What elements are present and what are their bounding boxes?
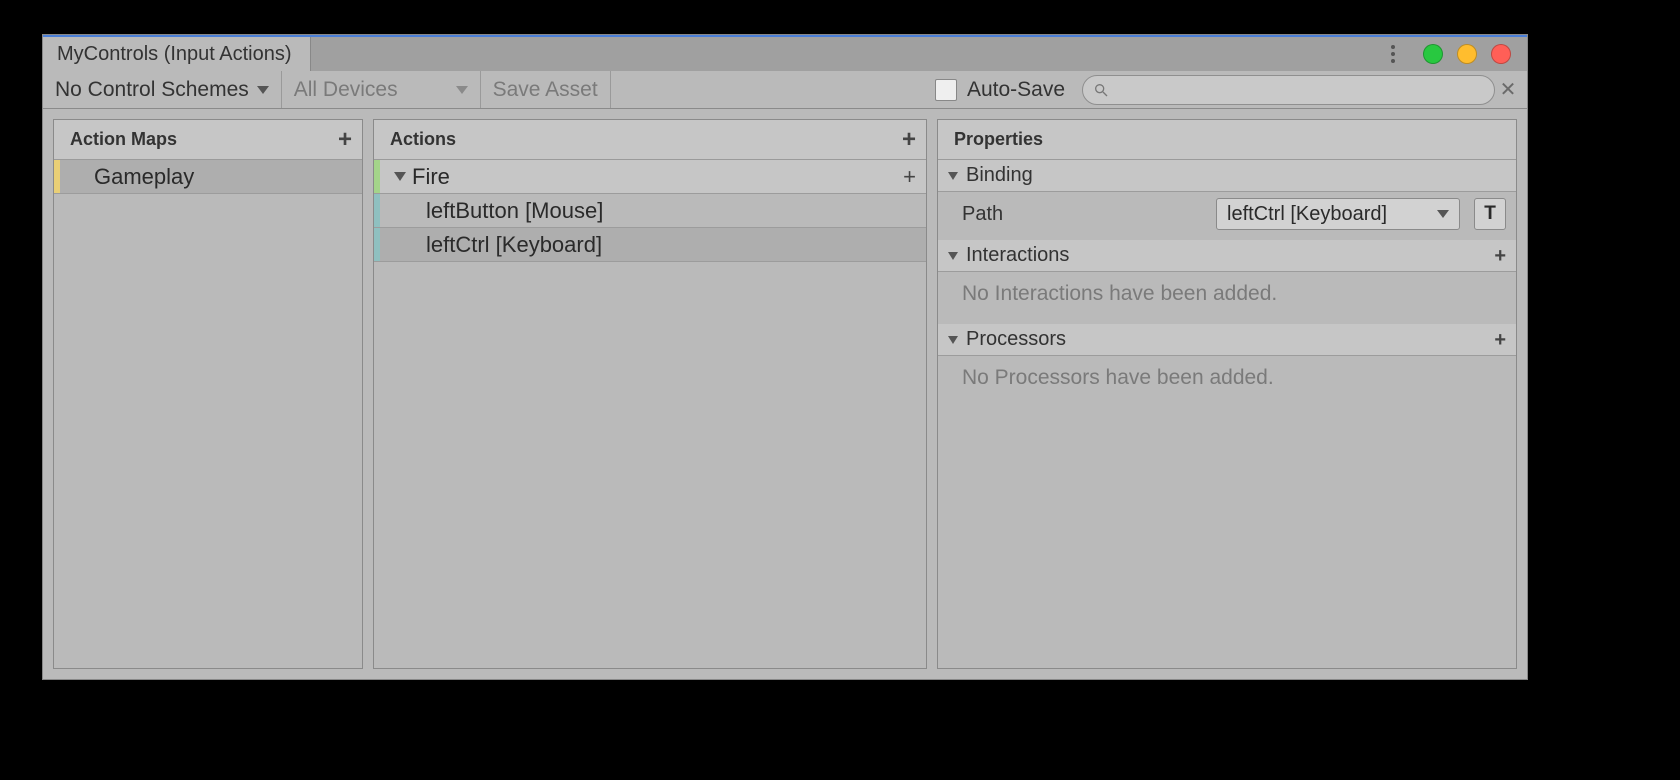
auto-save-label: Auto-Save (967, 78, 1065, 102)
binding-name: leftCtrl [Keyboard] (380, 232, 602, 258)
processors-empty-message: No Processors have been added. (938, 356, 1516, 408)
window-tab[interactable]: MyControls (Input Actions) (43, 37, 311, 71)
action-row[interactable]: Fire + (374, 160, 926, 194)
interactions-section-title: Interactions (966, 244, 1069, 267)
traffic-light-red[interactable] (1491, 44, 1511, 64)
action-maps-panel: Action Maps + Gameplay (53, 119, 363, 669)
window-controls (1391, 44, 1511, 64)
action-name: Fire (412, 164, 450, 190)
action-maps-title: Action Maps (70, 129, 177, 150)
toolbar-spacer (611, 71, 921, 108)
action-maps-body: Gameplay (54, 160, 362, 668)
toolbar: No Control Schemes All Devices Save Asse… (43, 71, 1527, 109)
binding-row-selected[interactable]: leftCtrl [Keyboard] (374, 228, 926, 262)
save-asset-label: Save Asset (493, 78, 598, 102)
path-property-row: Path leftCtrl [Keyboard] T (938, 192, 1516, 240)
path-dropdown[interactable]: leftCtrl [Keyboard] (1216, 198, 1460, 230)
action-map-row[interactable]: Gameplay (54, 160, 362, 194)
actions-panel: Actions + Fire + leftButton [Mouse] left… (373, 119, 927, 669)
search-wrap: ✕ (1079, 71, 1527, 108)
properties-panel: Properties Binding Path leftCtrl [Keyboa… (937, 119, 1517, 669)
properties-title: Properties (954, 129, 1043, 150)
main-area: Action Maps + Gameplay Actions + Fire (43, 109, 1527, 679)
binding-section-header[interactable]: Binding (938, 160, 1516, 192)
chevron-down-icon (257, 86, 269, 94)
listen-button[interactable]: T (1474, 198, 1506, 230)
processors-section-header[interactable]: Processors + (938, 324, 1516, 356)
auto-save-checkbox[interactable] (935, 79, 957, 101)
input-actions-window: MyControls (Input Actions) No Control Sc… (42, 34, 1528, 680)
actions-header: Actions + (374, 120, 926, 160)
chevron-down-icon (1437, 210, 1449, 218)
actions-title: Actions (390, 129, 456, 150)
actions-body: Fire + leftButton [Mouse] leftCtrl [Keyb… (374, 160, 926, 668)
add-binding-button[interactable]: + (903, 164, 916, 190)
action-color-bar (374, 160, 380, 193)
foldout-triangle-icon (948, 336, 958, 344)
binding-row[interactable]: leftButton [Mouse] (374, 194, 926, 228)
expand-triangle-icon[interactable] (394, 172, 406, 181)
tab-bar: MyControls (Input Actions) (43, 35, 1527, 71)
listen-button-label: T (1484, 203, 1496, 225)
action-maps-header: Action Maps + (54, 120, 362, 160)
devices-label: All Devices (294, 78, 398, 102)
foldout-triangle-icon (948, 172, 958, 180)
action-map-label: Gameplay (60, 164, 194, 190)
control-schemes-label: No Control Schemes (55, 78, 249, 102)
add-action-button[interactable]: + (902, 128, 916, 152)
search-input[interactable] (1082, 75, 1495, 105)
path-value: leftCtrl [Keyboard] (1227, 203, 1387, 226)
control-schemes-dropdown[interactable]: No Control Schemes (43, 71, 282, 108)
save-asset-button[interactable]: Save Asset (481, 71, 611, 108)
chevron-down-icon (456, 86, 468, 94)
traffic-light-yellow[interactable] (1457, 44, 1477, 64)
search-clear-button[interactable]: ✕ (1495, 77, 1521, 102)
binding-name: leftButton [Mouse] (380, 198, 603, 224)
interactions-empty-message: No Interactions have been added. (938, 272, 1516, 324)
interactions-section-header[interactable]: Interactions + (938, 240, 1516, 272)
foldout-triangle-icon (948, 252, 958, 260)
binding-section-title: Binding (966, 164, 1033, 187)
search-icon (1093, 82, 1109, 98)
properties-body: Binding Path leftCtrl [Keyboard] T (938, 160, 1516, 668)
add-action-map-button[interactable]: + (338, 128, 352, 152)
traffic-light-green[interactable] (1423, 44, 1443, 64)
window-tab-title: MyControls (Input Actions) (57, 43, 292, 66)
add-interaction-button[interactable]: + (1494, 246, 1506, 266)
devices-dropdown[interactable]: All Devices (282, 71, 481, 108)
properties-header: Properties (938, 120, 1516, 160)
kebab-menu-icon[interactable] (1391, 45, 1395, 63)
add-processor-button[interactable]: + (1494, 330, 1506, 350)
path-label: Path (962, 203, 1202, 226)
processors-section-title: Processors (966, 328, 1066, 351)
auto-save-toggle[interactable]: Auto-Save (921, 71, 1079, 108)
